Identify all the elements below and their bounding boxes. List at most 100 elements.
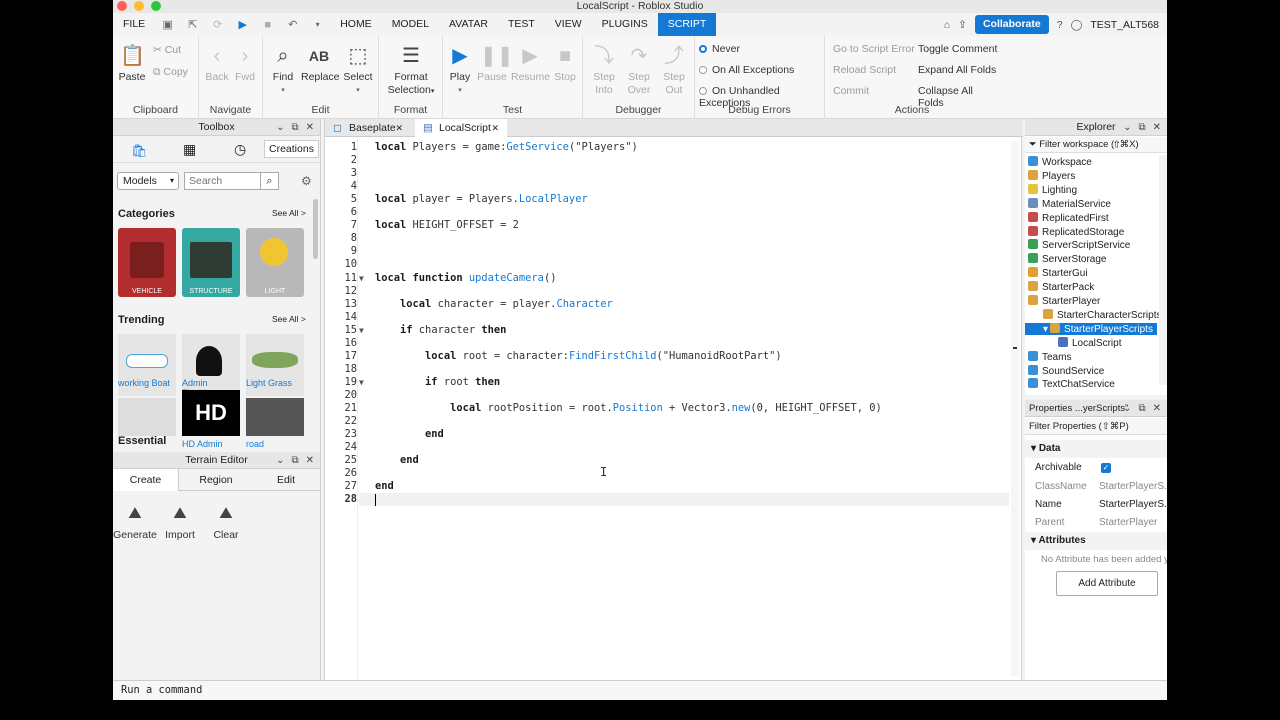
menu-plugins[interactable]: PLUGINS (592, 13, 658, 36)
replace-button[interactable]: AB Replace (301, 44, 340, 84)
category-vehicle-tile[interactable]: VEHICLE (118, 228, 176, 297)
explorer-item[interactable]: LocalScript (1058, 336, 1121, 349)
copy-button[interactable]: ⧉ Copy (153, 66, 188, 79)
redo-icon[interactable]: ⟳ (211, 18, 224, 31)
dropdown-icon[interactable]: ▾ (311, 18, 324, 31)
terrain-undock-icon[interactable]: ⧉ (291, 452, 298, 469)
close-tab-icon[interactable]: ✕ (395, 119, 403, 137)
minimize-window-button[interactable] (134, 1, 144, 11)
explorer-item[interactable]: ▾ StarterPlayerScripts (1025, 322, 1157, 335)
command-bar[interactable]: Run a command (113, 680, 1167, 700)
go-to-script-error-button[interactable]: Go to Script Error (833, 43, 915, 55)
terrain-tab-region[interactable]: Region (183, 469, 249, 491)
explorer-item[interactable]: Teams (1028, 350, 1071, 363)
terrain-tab-edit[interactable]: Edit (253, 469, 319, 491)
explorer-menu-icon[interactable]: ⌄ (1123, 119, 1131, 136)
undo-icon[interactable]: ↶ (286, 18, 299, 31)
trending-item-plane[interactable] (118, 398, 176, 436)
terrain-clear-button[interactable]: ⛰ Clear (205, 502, 247, 542)
home-icon[interactable]: ⌂ (944, 19, 950, 31)
explorer-item[interactable]: StarterPack (1028, 281, 1094, 293)
category-structure-tile[interactable]: STRUCTURE (182, 228, 240, 297)
stop-button[interactable]: ■ Stop (551, 44, 579, 84)
marketplace-tab-icon[interactable]: 🛍 (131, 143, 148, 159)
explorer-item[interactable]: MaterialService (1028, 197, 1111, 210)
terrain-import-button[interactable]: ⛰ Import (159, 502, 201, 542)
help-icon[interactable]: ? (1057, 19, 1063, 31)
terrain-generate-button[interactable]: ⛰ Generate (113, 502, 157, 542)
explorer-item[interactable]: StarterPlayer (1028, 295, 1100, 307)
save-icon[interactable]: ▣ (161, 18, 174, 31)
pause-button[interactable]: ❚❚ Pause (477, 44, 513, 84)
step-into-button[interactable]: ⤵ Step Into (589, 44, 619, 97)
explorer-filter[interactable]: ⏷ Filter workspace (⇧⌘X) (1025, 137, 1167, 153)
toolbox-menu-icon[interactable]: ⌄ (276, 119, 284, 136)
terrain-tab-create[interactable]: Create (113, 469, 179, 491)
search-icon[interactable]: ⌕ (260, 173, 278, 189)
trending-item-road[interactable] (246, 398, 304, 436)
back-button[interactable]: ‹ Back (205, 44, 229, 84)
user-icon[interactable]: ◯ (1071, 19, 1083, 31)
explorer-item[interactable]: StarterCharacterScripts (1043, 308, 1161, 321)
never-radio[interactable]: Never (699, 43, 740, 55)
explorer-item[interactable]: Players (1028, 169, 1075, 182)
terrain-menu-icon[interactable]: ⌄ (276, 452, 284, 469)
explorer-item[interactable]: SoundService (1028, 364, 1104, 377)
explorer-undock-icon[interactable]: ⧉ (1138, 119, 1145, 136)
category-light-tile[interactable]: LIGHT (246, 228, 304, 297)
stop-quick-icon[interactable]: ■ (261, 18, 274, 31)
collaborate-button[interactable]: Collaborate (974, 15, 1049, 34)
prop-name-value[interactable]: StarterPlayerS... (1099, 499, 1167, 510)
recent-tab-icon[interactable]: ◷ (234, 141, 246, 158)
zoom-window-button[interactable] (151, 1, 161, 11)
tab-localscript[interactable]: ▤ LocalScript ✕ (415, 119, 507, 137)
explorer-item[interactable]: Lighting (1028, 183, 1077, 196)
forward-button[interactable]: › Fwd (233, 44, 257, 84)
explorer-item[interactable]: ServerStorage (1028, 253, 1106, 265)
find-button[interactable]: ⌕ Find ▾ (269, 44, 297, 97)
menu-script[interactable]: SCRIPT (657, 13, 717, 36)
expand-all-folds-button[interactable]: Expand All Folds (918, 64, 996, 76)
trending-see-all[interactable]: See All > (272, 314, 306, 324)
trending-item-flashlight[interactable]: Admin Flashl... (182, 334, 240, 398)
toolbox-undock-icon[interactable]: ⧉ (291, 119, 298, 136)
step-over-button[interactable]: ↷ Step Over (623, 44, 655, 97)
close-window-button[interactable] (117, 1, 127, 11)
expand-icon[interactable]: ▾ (1043, 324, 1048, 335)
menu-file[interactable]: FILE (113, 13, 155, 36)
paste-button[interactable]: 📋 Paste (118, 44, 146, 84)
share-icon[interactable]: ⇪ (958, 19, 967, 31)
publish-icon[interactable]: ⇱ (186, 18, 199, 31)
categories-see-all[interactable]: See All > (272, 208, 306, 218)
properties-filter[interactable]: Filter Properties (⇧⌘P) (1025, 418, 1167, 435)
explorer-item[interactable]: ServerScriptService (1028, 239, 1130, 251)
toolbox-scrollbar[interactable] (313, 199, 318, 259)
explorer-close-icon[interactable]: ✕ (1153, 119, 1161, 136)
toggle-comment-button[interactable]: Toggle Comment (918, 43, 997, 55)
commit-button[interactable]: Commit (833, 85, 869, 97)
fold-toggle-icon[interactable]: ▼ (359, 274, 364, 283)
trending-item-hd-admin[interactable]: HD (182, 390, 240, 436)
fold-toggle-icon[interactable]: ▼ (359, 326, 364, 335)
menu-view[interactable]: VIEW (545, 13, 592, 36)
properties-menu-icon[interactable]: ⌄ (1123, 400, 1131, 417)
explorer-item[interactable]: ReplicatedFirst (1028, 211, 1109, 224)
attributes-section-header[interactable]: ▾ Attributes (1025, 532, 1167, 550)
explorer-item[interactable]: StarterGui (1028, 267, 1088, 279)
cut-button[interactable]: ✂ Cut (153, 44, 181, 56)
username[interactable]: TEST_ALT568 (1090, 19, 1159, 31)
play-button[interactable]: ▶ Play ▾ (447, 44, 473, 97)
resume-button[interactable]: ▶ Resume (511, 44, 550, 84)
archivable-checkbox[interactable]: ✓ (1101, 463, 1111, 473)
tab-baseplate[interactable]: ◻ Baseplate ✕ (325, 119, 411, 137)
trending-item-boat[interactable]: working Boat (118, 334, 176, 396)
format-selection-button[interactable]: ☰ Format Selection▾ (383, 44, 439, 98)
inventory-tab-icon[interactable]: ▦ (183, 141, 196, 158)
explorer-item[interactable]: Workspace (1028, 156, 1092, 168)
menu-home[interactable]: HOME (330, 13, 382, 36)
creations-tab[interactable]: Creations (264, 140, 319, 158)
reload-script-button[interactable]: Reload Script (833, 64, 896, 76)
menu-test[interactable]: TEST (498, 13, 545, 36)
editor-scrollbar[interactable] (1011, 141, 1019, 676)
step-out-button[interactable]: ⤴ Step Out (659, 44, 689, 97)
